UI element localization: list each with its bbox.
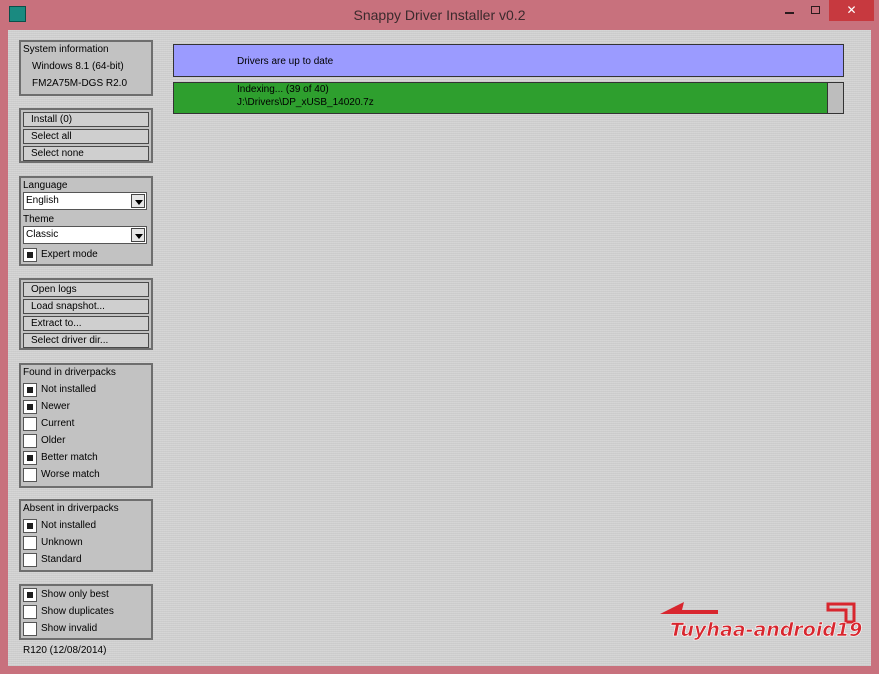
- maximize-icon: [810, 5, 820, 14]
- found-current-label: Current: [41, 418, 75, 429]
- absent-unknown-row[interactable]: Unknown: [23, 536, 149, 551]
- indexing-file-text: J:\Drivers\DP_xUSB_14020.7z: [237, 97, 374, 108]
- absent-standard-checkbox[interactable]: [23, 553, 37, 567]
- found-filters-panel: Found in driverpacks Not installed Newer…: [19, 363, 153, 488]
- view-options-panel: Show only best Show duplicates Show inva…: [19, 584, 153, 640]
- close-button[interactable]: ✕: [829, 0, 874, 21]
- chevron-down-icon[interactable]: [131, 228, 145, 242]
- absent-unknown-label: Unknown: [41, 537, 83, 548]
- show-duplicates-checkbox[interactable]: [23, 605, 37, 619]
- tools-panel: Open logs Load snapshot... Extract to...…: [19, 278, 153, 350]
- show-duplicates-row[interactable]: Show duplicates: [23, 605, 149, 620]
- found-current-row[interactable]: Current: [23, 417, 149, 432]
- found-filters-heading: Found in driverpacks: [23, 367, 116, 378]
- show-invalid-row[interactable]: Show invalid: [23, 622, 149, 637]
- found-better-match-checkbox[interactable]: [23, 451, 37, 465]
- up-to-date-text: Drivers are up to date: [237, 56, 334, 67]
- select-driver-dir-button[interactable]: Select driver dir...: [23, 333, 149, 348]
- found-older-label: Older: [41, 435, 66, 446]
- show-duplicates-label: Show duplicates: [41, 606, 114, 617]
- load-snapshot-button[interactable]: Load snapshot...: [23, 299, 149, 314]
- theme-select[interactable]: Classic: [23, 226, 147, 244]
- found-not-installed-label: Not installed: [41, 384, 97, 395]
- language-value: English: [26, 195, 59, 206]
- chevron-down-icon[interactable]: [131, 194, 145, 208]
- settings-panel: Language English Theme Classic Expert mo…: [19, 176, 153, 266]
- absent-standard-row[interactable]: Standard: [23, 553, 149, 568]
- expert-mode-checkbox-row[interactable]: Expert mode: [23, 248, 149, 263]
- found-better-match-row[interactable]: Better match: [23, 451, 149, 466]
- language-label: Language: [23, 180, 68, 191]
- found-not-installed-row[interactable]: Not installed: [23, 383, 149, 398]
- minimize-icon: [784, 11, 794, 14]
- watermark-arrow-icon: [660, 602, 718, 614]
- theme-label: Theme: [23, 214, 55, 225]
- system-info-panel: System information Windows 8.1 (64-bit) …: [19, 40, 153, 96]
- absent-not-installed-checkbox[interactable]: [23, 519, 37, 533]
- indexing-status-bar[interactable]: Indexing... (39 of 40) J:\Drivers\DP_xUS…: [173, 82, 844, 114]
- found-older-row[interactable]: Older: [23, 434, 149, 449]
- expert-mode-label: Expert mode: [41, 249, 98, 260]
- theme-value: Classic: [26, 229, 59, 240]
- found-worse-match-label: Worse match: [41, 469, 100, 480]
- system-info-heading: System information: [23, 44, 109, 55]
- extract-to-button[interactable]: Extract to...: [23, 316, 149, 331]
- show-invalid-label: Show invalid: [41, 623, 98, 634]
- window-title: Snappy Driver Installer v0.2: [353, 7, 526, 23]
- minimize-button[interactable]: [776, 0, 802, 21]
- title-bar[interactable]: Snappy Driver Installer v0.2 ✕: [0, 0, 879, 30]
- actions-panel: Install (0) Select all Select none: [19, 108, 153, 163]
- absent-filters-panel: Absent in driverpacks Not installed Unkn…: [19, 499, 153, 572]
- watermark-logo: Tuyhaa-android19: [660, 602, 863, 641]
- found-worse-match-row[interactable]: Worse match: [23, 468, 149, 483]
- found-newer-label: Newer: [41, 401, 70, 412]
- watermark-text: Tuyhaa-android19: [670, 619, 862, 641]
- select-none-button[interactable]: Select none: [23, 146, 149, 161]
- show-only-best-label: Show only best: [41, 589, 109, 600]
- language-select[interactable]: English: [23, 192, 147, 210]
- revision-label: R120 (12/08/2014): [23, 645, 107, 656]
- motherboard-text: FM2A75M-DGS R2.0: [32, 78, 128, 89]
- scrollbar[interactable]: [827, 83, 843, 113]
- absent-not-installed-label: Not installed: [41, 520, 97, 531]
- absent-unknown-checkbox[interactable]: [23, 536, 37, 550]
- found-not-installed-checkbox[interactable]: [23, 383, 37, 397]
- show-only-best-row[interactable]: Show only best: [23, 588, 149, 603]
- absent-filters-heading: Absent in driverpacks: [23, 503, 119, 514]
- show-invalid-checkbox[interactable]: [23, 622, 37, 636]
- close-icon: ✕: [846, 3, 857, 17]
- maximize-button[interactable]: [802, 0, 828, 21]
- found-older-checkbox[interactable]: [23, 434, 37, 448]
- found-newer-checkbox[interactable]: [23, 400, 37, 414]
- found-current-checkbox[interactable]: [23, 417, 37, 431]
- os-version-text: Windows 8.1 (64-bit): [32, 61, 124, 72]
- expert-mode-checkbox[interactable]: [23, 248, 37, 262]
- open-logs-button[interactable]: Open logs: [23, 282, 149, 297]
- show-only-best-checkbox[interactable]: [23, 588, 37, 602]
- absent-not-installed-row[interactable]: Not installed: [23, 519, 149, 534]
- indexing-progress-text: Indexing... (39 of 40): [237, 84, 329, 95]
- select-all-button[interactable]: Select all: [23, 129, 149, 144]
- found-worse-match-checkbox[interactable]: [23, 468, 37, 482]
- up-to-date-status-bar[interactable]: Drivers are up to date: [173, 44, 844, 77]
- absent-standard-label: Standard: [41, 554, 82, 565]
- found-newer-row[interactable]: Newer: [23, 400, 149, 415]
- client-area: System information Windows 8.1 (64-bit) …: [8, 30, 871, 666]
- install-button[interactable]: Install (0): [23, 112, 149, 127]
- app-window: Snappy Driver Installer v0.2 ✕ System in…: [0, 0, 879, 674]
- found-better-match-label: Better match: [41, 452, 98, 463]
